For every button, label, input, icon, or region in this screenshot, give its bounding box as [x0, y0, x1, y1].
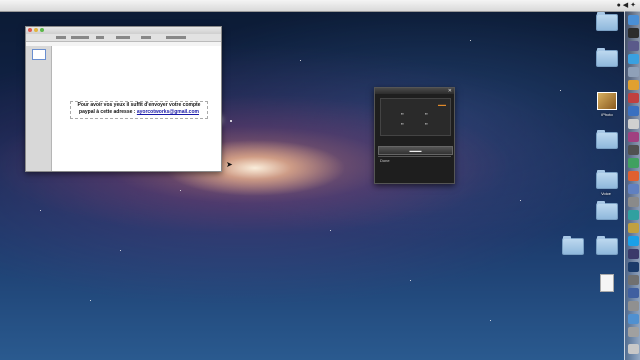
iphoto-icon [597, 92, 617, 110]
widget-title-bar[interactable]: ✕ [375, 88, 454, 94]
close-button[interactable] [28, 28, 32, 32]
app-icon[interactable] [628, 158, 639, 168]
document-editor-window: Pour avoir vos yeux il suffit d'envoyer … [25, 26, 233, 172]
finder-icon[interactable] [628, 15, 639, 25]
app-icon[interactable] [628, 93, 639, 103]
widget-status-text: Done [380, 158, 390, 163]
app-icon[interactable] [628, 106, 639, 116]
zoom-button[interactable] [40, 28, 44, 32]
widget-stats-panel: ▬▬ ▪▪ ▪▪ ▪▪ ▪▪ [380, 98, 451, 136]
app-icon[interactable] [628, 145, 639, 155]
close-icon[interactable]: ✕ [448, 88, 452, 94]
app-icon[interactable] [628, 132, 639, 142]
window-controls [28, 28, 44, 32]
page-thumbnail[interactable] [32, 49, 46, 60]
text-line-1: Pour avoir vos yeux il suffit d'envoyer … [77, 102, 201, 108]
photoshop-icon[interactable] [628, 262, 639, 272]
mission-control-icon[interactable] [628, 41, 639, 51]
app-icon[interactable] [628, 249, 639, 259]
app-icon[interactable] [628, 171, 639, 181]
menu-extras[interactable]: ● ◀ ✦ [617, 1, 636, 9]
app-icon[interactable] [628, 210, 639, 220]
skype-icon[interactable] [628, 236, 639, 246]
desktop-folder-1[interactable] [596, 12, 621, 33]
folder-icon [596, 236, 618, 255]
widget-action-button[interactable]: ▬▬▬ [378, 146, 453, 155]
dock [624, 11, 640, 360]
utility-widget-window: ✕ ▬▬ ▪▪ ▪▪ ▪▪ ▪▪ ▬▬▬ Done [374, 87, 455, 184]
app-icon[interactable] [628, 288, 639, 298]
minimize-button[interactable] [34, 28, 38, 32]
folder-icon [596, 170, 618, 189]
safari-icon[interactable] [628, 54, 639, 64]
desktop-folder-3[interactable] [596, 130, 621, 151]
folder-icon [562, 236, 584, 255]
page-thumbnail-sidebar [26, 46, 52, 171]
mouse-pointer-icon: ➤ [226, 160, 233, 169]
desktop-file[interactable] [600, 274, 614, 292]
dashboard-icon[interactable] [628, 28, 639, 38]
document-file-icon [600, 274, 614, 292]
app-icon[interactable] [628, 184, 639, 194]
folder-icon [596, 12, 618, 31]
desktop-folder-2[interactable] [596, 48, 621, 69]
folder-icon [596, 48, 618, 67]
desktop-voice[interactable]: Voice [596, 170, 621, 196]
text-line-2-prefix: paypal à cette adresse : [79, 109, 137, 115]
desktop-folder-5[interactable] [562, 236, 587, 257]
separator [378, 156, 451, 157]
text-box[interactable]: Pour avoir vos yeux il suffit d'envoyer … [70, 101, 208, 119]
stat-3: ▪▪ [401, 121, 404, 126]
stat-1: ▪▪ [401, 111, 404, 116]
editor-title-bar[interactable] [26, 27, 221, 34]
app-icon[interactable] [628, 223, 639, 233]
desktop-iphoto[interactable]: iPhoto [597, 92, 622, 117]
desktop-folder-4[interactable] [596, 201, 621, 222]
mail-icon[interactable] [628, 67, 639, 77]
folder-icon [596, 201, 618, 220]
chrome-icon[interactable] [628, 80, 639, 90]
app-icon[interactable] [628, 314, 639, 324]
accent-badge: ▬▬ [438, 102, 446, 107]
app-icon[interactable] [628, 197, 639, 207]
app-icon[interactable] [628, 119, 639, 129]
text-line-2: paypal à cette adresse : ayorcotworks@gm… [71, 109, 207, 116]
email-link[interactable]: ayorcotworks@gmail.com [137, 109, 199, 115]
app-icon[interactable] [628, 327, 639, 337]
desktop-folder-6[interactable] [596, 236, 621, 257]
folder-icon [596, 130, 618, 149]
app-icon[interactable] [628, 301, 639, 311]
trash-icon[interactable] [628, 344, 639, 354]
menu-bar: ● ◀ ✦ [0, 0, 640, 12]
stat-4: ▪▪ [425, 121, 428, 126]
stat-2: ▪▪ [425, 111, 428, 116]
app-icon[interactable] [628, 275, 639, 285]
editor-toolbar[interactable] [26, 34, 221, 42]
